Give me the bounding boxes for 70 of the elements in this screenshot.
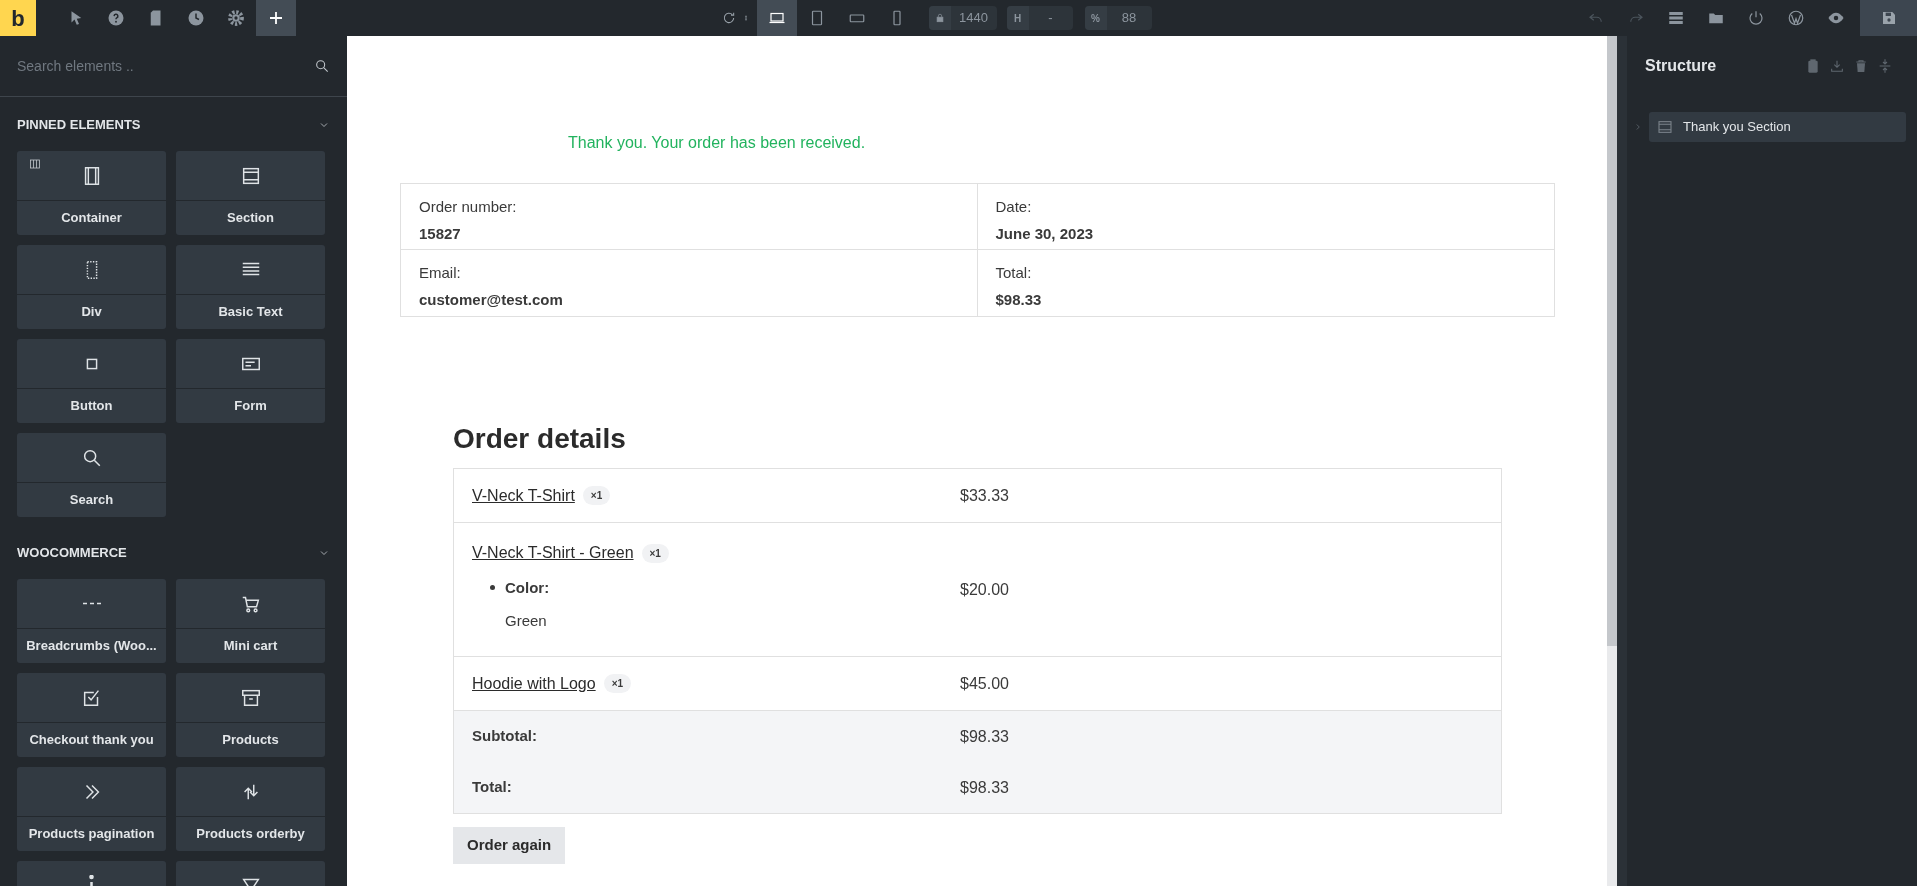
overview-cell: Email: customer@test.com bbox=[401, 250, 978, 316]
section-header[interactable]: PINNED ELEMENTS bbox=[17, 115, 330, 135]
element-card[interactable]: Breadcrumbs (Woo... bbox=[17, 579, 166, 663]
search-field[interactable]: Search elements .. bbox=[17, 55, 314, 77]
thank-you-notice: Thank you. Your order has been received. bbox=[568, 133, 867, 153]
lock-icon bbox=[934, 13, 945, 23]
quantity-badge: ×1 bbox=[641, 543, 669, 563]
trash-icon bbox=[1853, 58, 1869, 74]
add-icon bbox=[267, 9, 285, 27]
save-icon bbox=[1880, 10, 1897, 26]
scrollbar[interactable] bbox=[1607, 36, 1617, 886]
element-card[interactable]: Form bbox=[176, 339, 325, 423]
element-card[interactable]: Products pagination bbox=[17, 767, 166, 851]
bullet-icon bbox=[490, 585, 495, 590]
collapse-button[interactable] bbox=[1877, 58, 1893, 74]
zoom-field[interactable]: % 88 bbox=[1084, 6, 1152, 30]
logo[interactable]: b bbox=[0, 0, 36, 36]
total-value: $98.33 bbox=[960, 777, 1009, 798]
structure-item[interactable]: Thank you Section bbox=[1649, 112, 1906, 142]
clipboard-icon bbox=[1805, 58, 1821, 74]
overview-cell-text: Total: $98.33 bbox=[994, 263, 1043, 310]
toolbar-button[interactable] bbox=[256, 0, 296, 36]
element-card[interactable]: Products bbox=[176, 673, 325, 757]
settings-icon bbox=[227, 9, 245, 27]
element-card[interactable]: Div bbox=[17, 245, 166, 329]
meta-value: Green bbox=[505, 610, 548, 631]
total-label: Subtotal: bbox=[471, 726, 538, 747]
wordpress-icon bbox=[1787, 9, 1805, 27]
price-cell-text: $20.00 bbox=[960, 579, 1009, 600]
width-field[interactable]: 1440 bbox=[928, 6, 997, 30]
search-icon bbox=[314, 58, 330, 74]
layers-icon bbox=[1667, 9, 1685, 27]
element-card[interactable]: Search bbox=[17, 433, 166, 517]
product-link[interactable]: V-Neck T-Shirt bbox=[472, 483, 575, 508]
element-card[interactable]: Checkout thank you bbox=[17, 673, 166, 757]
element-card[interactable]: Products orderby bbox=[176, 767, 325, 851]
overview-cell: Order number: 15827 bbox=[401, 184, 978, 250]
help-icon bbox=[107, 9, 125, 27]
element-card[interactable]: Container bbox=[17, 151, 166, 235]
columns-icon bbox=[29, 158, 41, 170]
order-again-button[interactable]: Order again bbox=[453, 827, 566, 864]
panel-title: Structure bbox=[1645, 56, 1717, 76]
dashes-icon bbox=[82, 602, 101, 605]
device-button[interactable] bbox=[756, 0, 797, 36]
product-link[interactable]: Hoodie with Logo bbox=[472, 671, 596, 696]
section-icon bbox=[1657, 119, 1673, 135]
total-value: $98.33 bbox=[960, 726, 1009, 747]
element-card[interactable]: Section bbox=[176, 151, 325, 235]
product-link[interactable]: V-Neck T-Shirt - Green bbox=[472, 541, 634, 565]
quantity-badge: ×1 bbox=[603, 674, 632, 693]
element-card[interactable]: Basic Text bbox=[176, 245, 325, 329]
save-button[interactable] bbox=[1860, 0, 1917, 36]
price-cell-text: $45.00 bbox=[960, 673, 1009, 694]
meta-label: Color: bbox=[505, 578, 550, 598]
height-field[interactable]: H - bbox=[1006, 6, 1073, 30]
price-cell-text: $33.33 bbox=[960, 485, 1009, 506]
power-icon bbox=[1747, 9, 1765, 27]
import-button[interactable] bbox=[1829, 58, 1845, 74]
download-icon bbox=[1829, 58, 1845, 74]
total-label: Total: bbox=[471, 777, 513, 798]
quantity-badge: ×1 bbox=[582, 486, 611, 505]
element-card[interactable]: Mini cart bbox=[176, 579, 325, 663]
delete-button[interactable] bbox=[1853, 58, 1869, 74]
collapse-arrows-icon bbox=[1877, 58, 1893, 74]
section-header[interactable]: WOOCOMMERCE bbox=[17, 543, 330, 563]
element-card[interactable]: Button bbox=[17, 339, 166, 423]
order-details-heading: Order details bbox=[453, 422, 627, 456]
clock-icon bbox=[187, 9, 205, 27]
overview-cell: Date: June 30, 2023 bbox=[977, 184, 1554, 250]
paste-button[interactable] bbox=[1805, 58, 1821, 74]
